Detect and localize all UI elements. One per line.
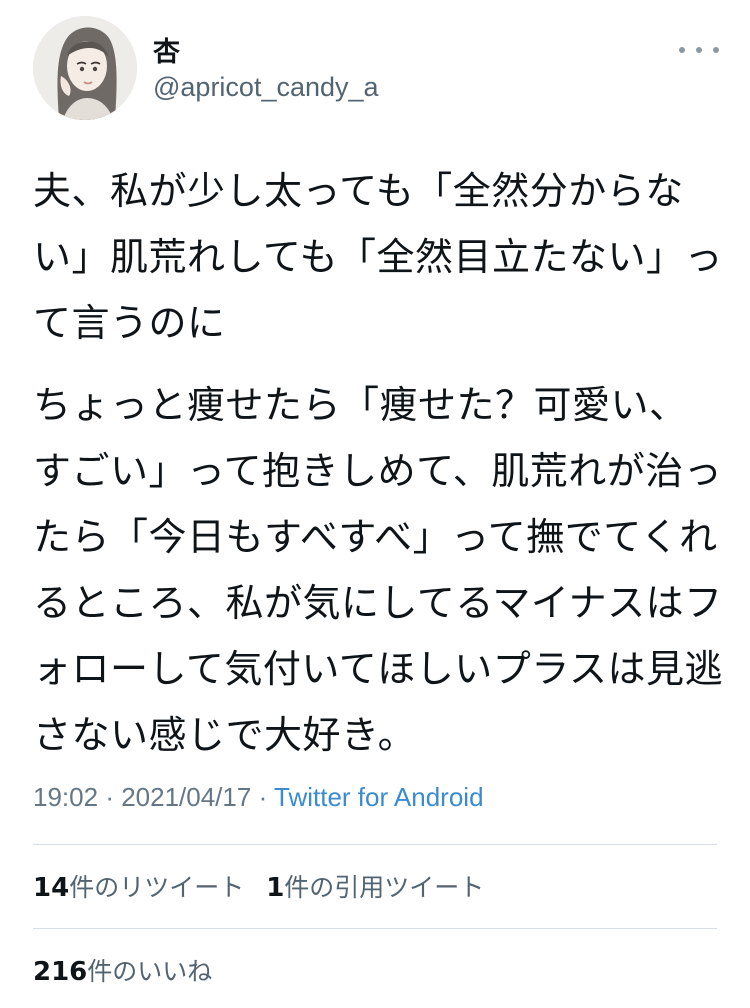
tweet-header: 杏 @apricot_candy_a — [33, 16, 723, 126]
divider — [33, 844, 717, 845]
quotes-count: 1 — [266, 873, 285, 903]
meta-separator: · — [258, 782, 274, 812]
likes-label: 件のいいね — [87, 957, 213, 986]
tweet-source-link[interactable]: Twitter for Android — [274, 782, 484, 812]
more-options-icon[interactable] — [679, 40, 719, 60]
tweet-meta: 19:02 · 2021/04/17 · Twitter for Android — [33, 782, 484, 822]
retweet-stats: 14件のリツイート 1件の引用ツイート — [33, 868, 484, 908]
retweets-label: 件のリツイート — [69, 873, 245, 902]
dot-icon — [696, 47, 702, 53]
tweet-paragraph-1: 夫、私が少し太っても「全然分からない」肌荒れしても「全然目立たない」って言うのに — [33, 169, 723, 345]
meta-separator: · — [105, 782, 122, 812]
dot-icon — [713, 47, 719, 53]
avatar[interactable] — [33, 16, 137, 120]
tweet-text: 夫、私が少し太っても「全然分からない」肌荒れしても「全然目立たない」って言うのに… — [33, 158, 723, 768]
tweet-date[interactable]: 2021/04/17 — [121, 782, 251, 812]
divider — [33, 928, 717, 929]
avatar-illustration-icon — [33, 16, 137, 120]
retweets-count: 14 — [33, 873, 70, 903]
likes-count: 216 — [33, 957, 88, 987]
likes-stats[interactable]: 216件のいいね — [33, 952, 212, 992]
author-name[interactable]: 杏 — [153, 30, 180, 69]
dot-icon — [679, 47, 685, 53]
tweet-paragraph-2: ちょっと痩せたら「痩せた？可愛い、すごい」って抱きしめて、肌荒れが治ったら「今日… — [33, 383, 723, 757]
tweet-time[interactable]: 19:02 — [33, 782, 98, 812]
author-handle[interactable]: @apricot_candy_a — [153, 72, 379, 103]
retweets-stat[interactable]: 14件のリツイート — [33, 873, 245, 903]
quotes-label: 件の引用ツイート — [284, 873, 485, 902]
quotes-stat[interactable]: 1件の引用ツイート — [266, 873, 485, 903]
tweet-detail: 杏 @apricot_candy_a 夫、私が少し太っても「全然分からない」肌荒… — [0, 0, 750, 1008]
